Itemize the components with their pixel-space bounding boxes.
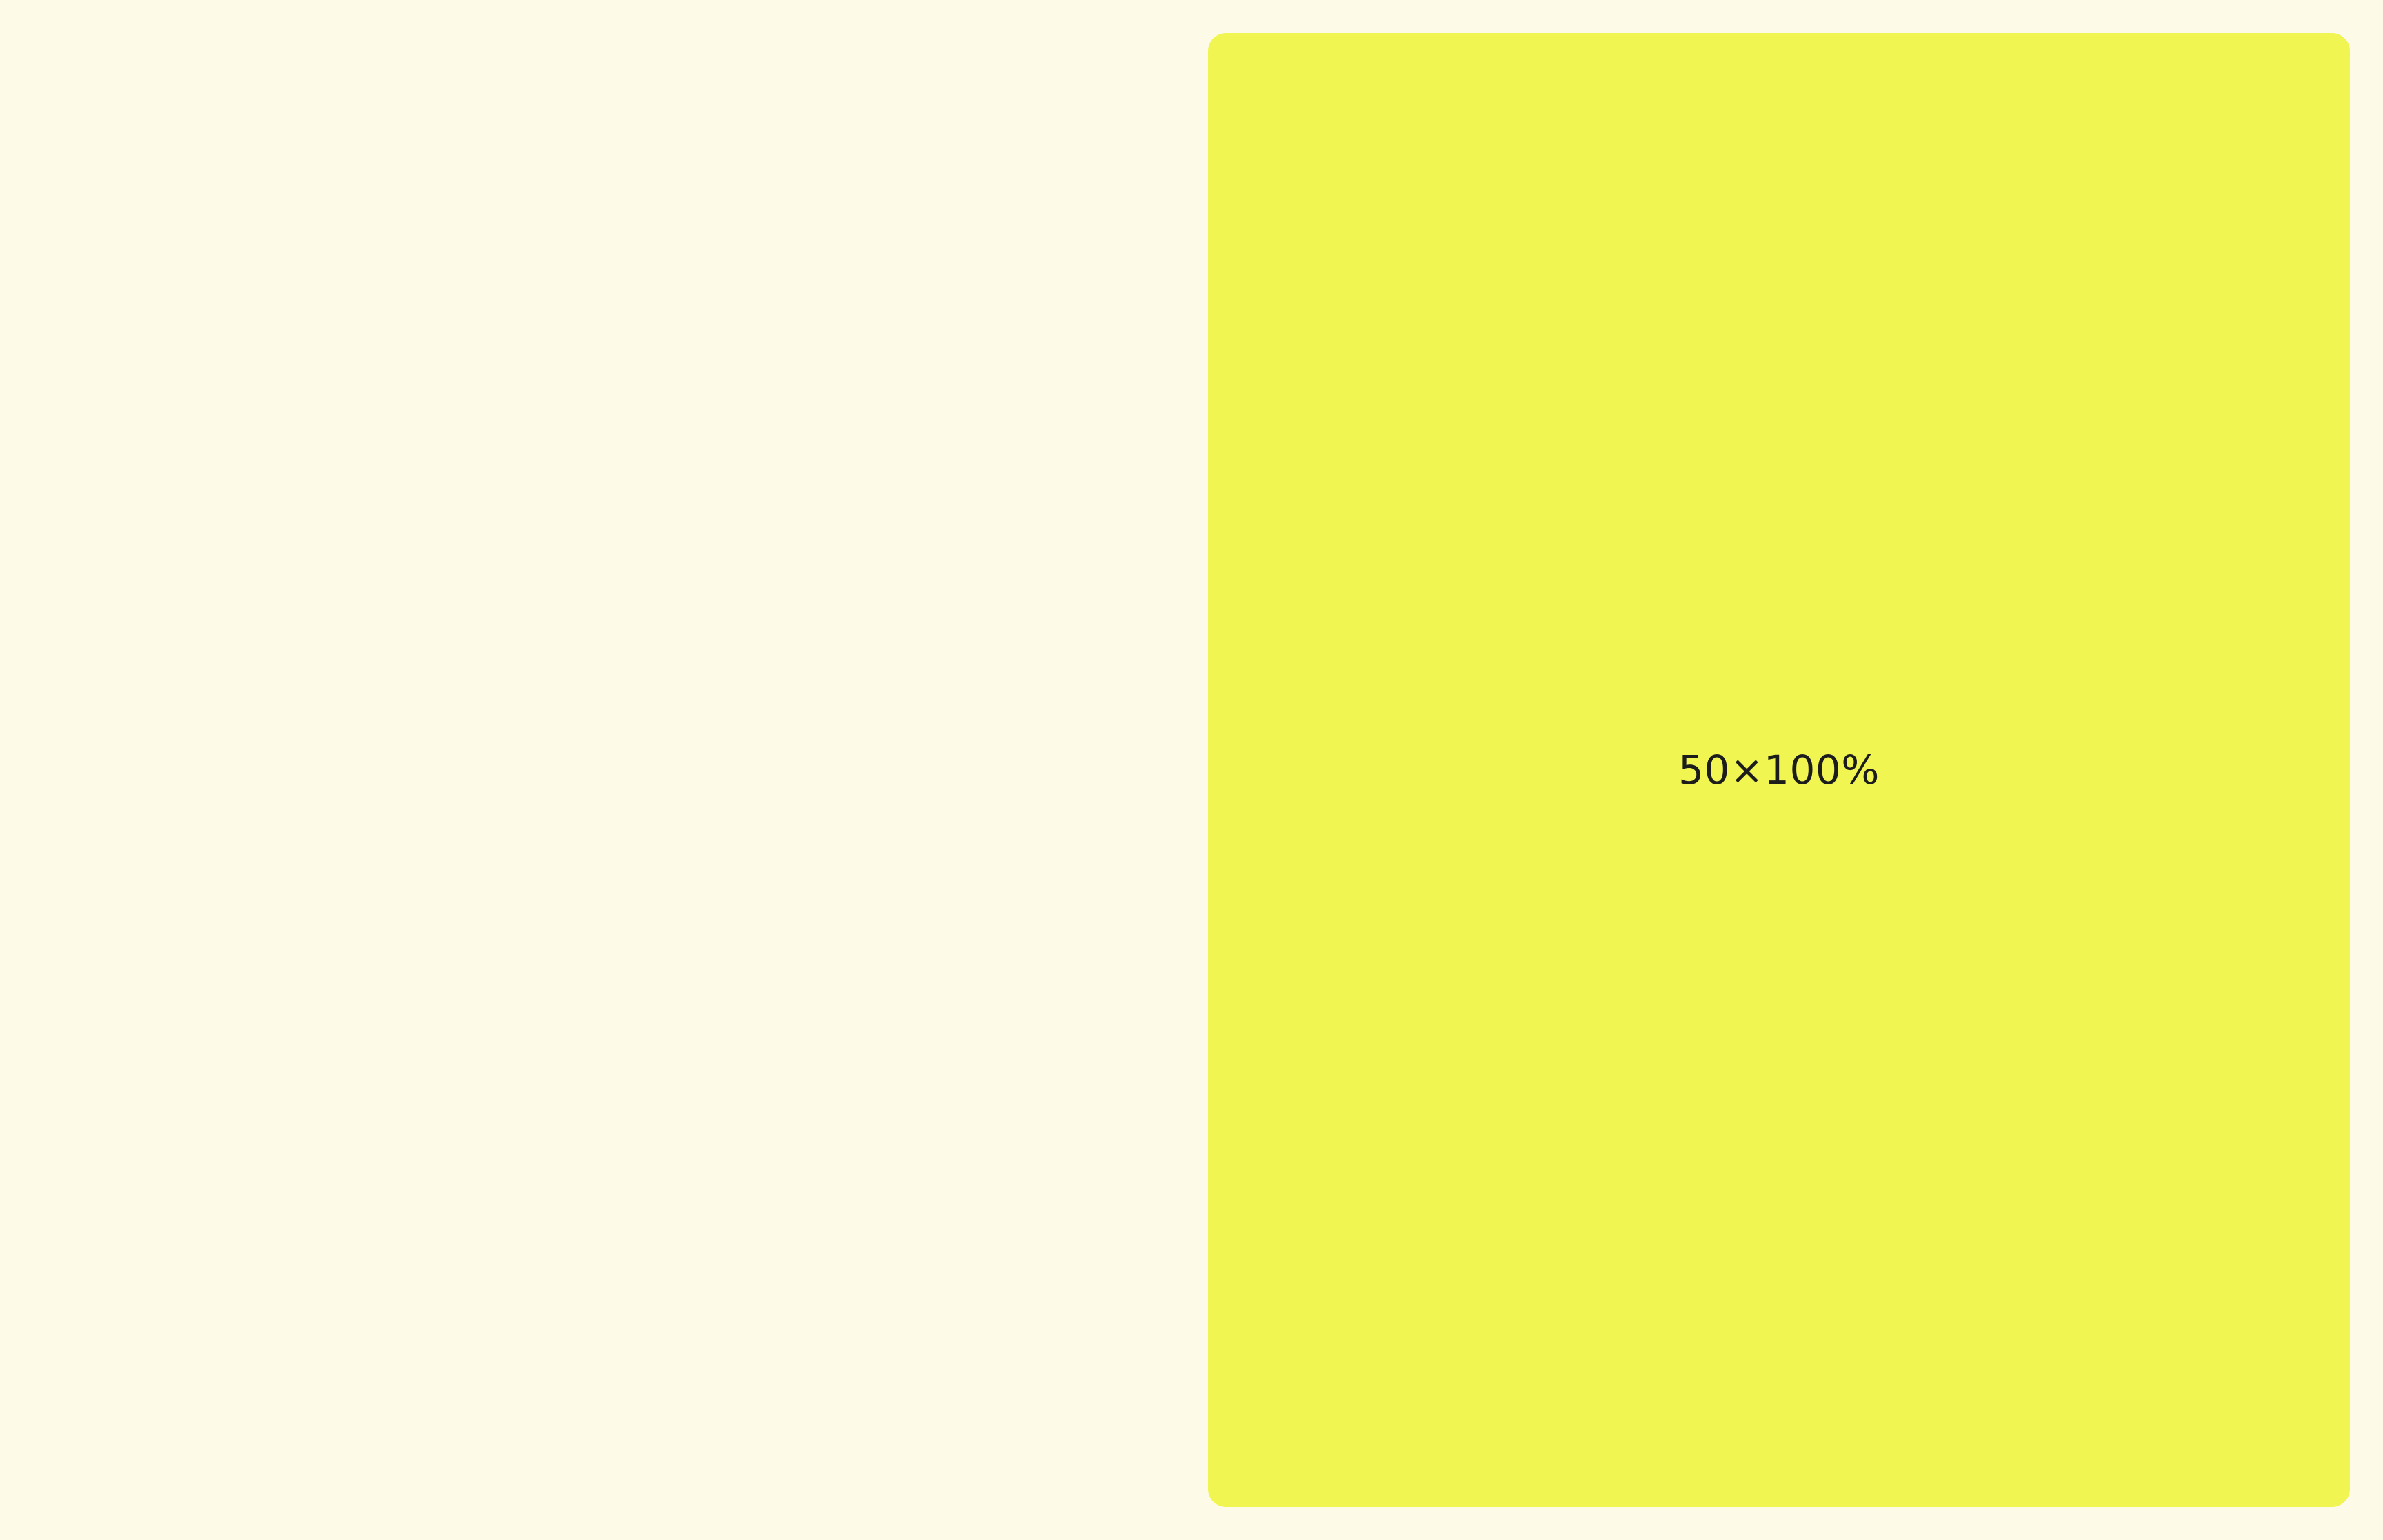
panel-size-label: 50×100% (1678, 747, 1880, 793)
canvas: 50×100% (0, 0, 2383, 1540)
sized-panel: 50×100% (1208, 33, 2350, 1507)
